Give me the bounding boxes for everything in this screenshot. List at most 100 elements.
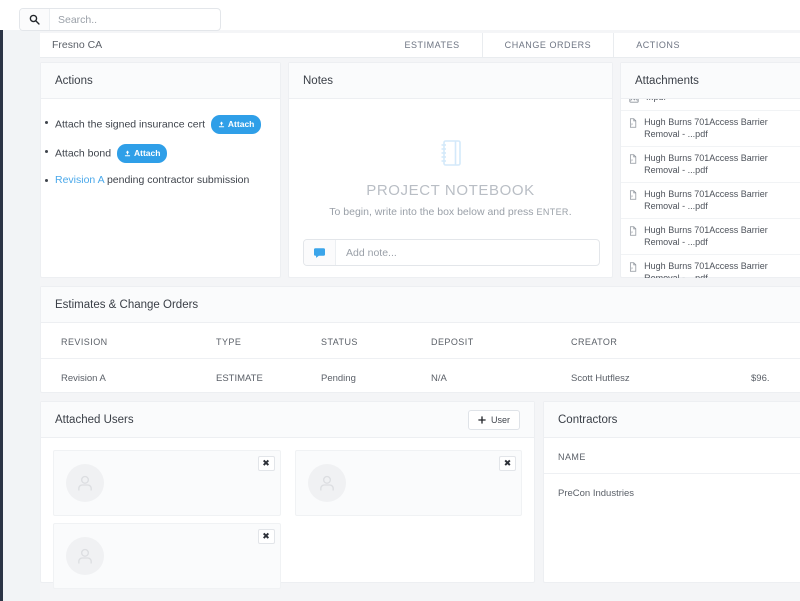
- cell-status[interactable]: Pending: [321, 359, 431, 399]
- contractors-panel: Contractors NAME PreCon Industries: [543, 401, 800, 583]
- estimates-panel-header: Estimates & Change Orders: [41, 287, 800, 323]
- column-header-deposit[interactable]: DEPOSIT: [431, 323, 571, 359]
- svg-text:P: P: [631, 195, 633, 199]
- app-root: Fresno CA ESTIMATES CHANGE ORDERS ACTION…: [0, 0, 800, 601]
- attachment-name: ...pdf: [646, 99, 666, 104]
- notes-empty-title: PROJECT NOTEBOOK: [366, 182, 535, 199]
- attachment-name: Hugh Burns 701Access Barrier Removal - .…: [644, 117, 768, 139]
- attach-button-label: Attach: [227, 119, 255, 129]
- add-note-input[interactable]: [336, 240, 599, 265]
- user-card[interactable]: ✖: [53, 523, 281, 589]
- tab-change-orders[interactable]: CHANGE ORDERS: [481, 33, 614, 57]
- attachments-list: ...pdf P Hugh Burns 701Access Barrier Re…: [621, 99, 800, 278]
- notes-empty-subtitle-text: To begin, write into the box below and p…: [329, 206, 537, 218]
- notebook-icon: [439, 139, 463, 172]
- add-note-box[interactable]: [303, 239, 600, 266]
- plus-icon: [478, 415, 486, 424]
- search-input[interactable]: [50, 9, 220, 30]
- tab-estimates[interactable]: ESTIMATES: [382, 33, 481, 57]
- attached-users-panel: Attached Users User ✖ ✖ ✖: [40, 401, 535, 589]
- attachment-name: Hugh Burns 701Access Barrier Removal - .…: [644, 225, 768, 247]
- enter-key-label: ENTER: [536, 207, 569, 217]
- column-header-revision[interactable]: REVISION: [41, 323, 216, 359]
- attachment-item[interactable]: P Hugh Burns 701Access Barrier Removal -…: [621, 219, 800, 255]
- tab-list: ESTIMATES CHANGE ORDERS ACTIONS: [382, 33, 800, 57]
- image-file-icon: [629, 99, 639, 103]
- estimates-panel: Estimates & Change Orders REVISION TYPE …: [40, 286, 800, 393]
- add-user-label: User: [490, 414, 510, 425]
- action-text: Attach the signed insurance cert: [55, 118, 208, 131]
- notes-panel-header: Notes: [289, 63, 612, 99]
- remove-user-button[interactable]: ✖: [499, 456, 516, 471]
- table-row[interactable]: Revision A ESTIMATE Pending N/A Scott Hu…: [41, 359, 800, 399]
- top-bar: [0, 0, 800, 31]
- svg-text:P: P: [631, 123, 633, 127]
- search-icon[interactable]: [20, 9, 50, 30]
- revision-link[interactable]: Revision A: [55, 174, 104, 186]
- cell-creator[interactable]: Scott Hutflesz: [571, 359, 751, 399]
- svg-text:P: P: [631, 231, 633, 235]
- comment-icon[interactable]: [304, 240, 336, 265]
- pdf-file-icon: P: [629, 154, 637, 164]
- attachment-name: Hugh Burns 701Access Barrier Removal - .…: [644, 189, 768, 211]
- svg-text:P: P: [631, 159, 633, 163]
- attachment-item[interactable]: P Hugh Burns 701Access Barrier Removal -…: [621, 111, 800, 147]
- action-text: Attach bond: [55, 147, 114, 160]
- table-header-row: NAME: [544, 438, 800, 474]
- attachment-item[interactable]: P Hugh Burns 701Access Barrier Removal -…: [621, 183, 800, 219]
- table-row[interactable]: PreCon Industries: [544, 474, 800, 514]
- attached-users-panel-header: Attached Users User: [41, 402, 534, 438]
- actions-panel-title: Actions: [55, 74, 93, 87]
- notes-empty-subtitle: To begin, write into the box below and p…: [329, 206, 571, 218]
- user-card[interactable]: ✖: [294, 450, 522, 516]
- attach-button[interactable]: Attach: [116, 144, 168, 163]
- attachment-item[interactable]: ...pdf: [621, 99, 800, 111]
- actions-panel-header: Actions: [41, 63, 280, 99]
- avatar-placeholder-icon: [307, 464, 346, 502]
- attached-users-grid: ✖ ✖ ✖: [41, 438, 534, 601]
- column-header-name[interactable]: NAME: [544, 438, 800, 474]
- attachments-panel-title: Attachments: [635, 74, 699, 87]
- avatar-placeholder-icon: [66, 464, 104, 502]
- attached-users-panel-title: Attached Users: [55, 413, 134, 426]
- search-box[interactable]: [19, 8, 221, 31]
- action-text: pending contractor submission: [104, 174, 250, 186]
- estimates-panel-title: Estimates & Change Orders: [55, 298, 199, 311]
- column-header-creator[interactable]: CREATOR: [571, 323, 751, 359]
- column-header-status[interactable]: STATUS: [321, 323, 431, 359]
- attachment-name: Hugh Burns 701Access Barrier Removal - .…: [644, 153, 768, 175]
- column-header-amount: [751, 323, 800, 359]
- notes-panel: Notes PROJECT NOTEBOOK To begin, write i…: [288, 62, 613, 278]
- action-item: Revision A pending contractor submission: [45, 173, 280, 188]
- actions-list: Attach the signed insurance cert Attach …: [41, 115, 280, 188]
- add-user-button[interactable]: User: [467, 409, 520, 430]
- remove-user-button[interactable]: ✖: [257, 456, 275, 471]
- action-item: Attach bond Attach: [45, 144, 280, 163]
- column-header-type[interactable]: TYPE: [216, 323, 321, 359]
- cell-contractor-name: PreCon Industries: [558, 488, 635, 499]
- notes-empty-subtitle-period: .: [568, 206, 572, 218]
- actions-panel: Actions Attach the signed insurance cert…: [40, 62, 281, 278]
- attach-button[interactable]: Attach: [210, 115, 262, 134]
- action-item: Attach the signed insurance cert Attach: [45, 115, 280, 134]
- attachment-item[interactable]: P Hugh Burns 701Access Barrier Removal -…: [621, 255, 800, 278]
- user-card[interactable]: ✖: [53, 450, 281, 516]
- attachment-name: Hugh Burns 701Access Barrier Removal - .…: [644, 261, 768, 278]
- cell-amount: $96.: [751, 373, 770, 384]
- cell-deposit: N/A: [431, 373, 447, 384]
- cell-revision[interactable]: Revision A: [41, 359, 216, 399]
- contractors-panel-title: Contractors: [558, 413, 618, 426]
- sidebar-gutter: [3, 30, 40, 601]
- notes-empty-state: PROJECT NOTEBOOK To begin, write into th…: [289, 99, 612, 278]
- attachment-item[interactable]: P Hugh Burns 701Access Barrier Removal -…: [621, 147, 800, 183]
- tab-actions[interactable]: ACTIONS: [613, 33, 800, 57]
- contractors-table: NAME PreCon Industries: [544, 438, 800, 513]
- pdf-file-icon: P: [629, 190, 637, 200]
- notes-panel-title: Notes: [303, 74, 334, 87]
- remove-user-button[interactable]: ✖: [257, 529, 275, 544]
- pdf-file-icon: P: [629, 118, 637, 128]
- attachments-panel-header: Attachments: [621, 63, 800, 99]
- pdf-file-icon: P: [629, 226, 637, 236]
- estimates-table: REVISION TYPE STATUS DEPOSIT CREATOR Rev…: [41, 323, 800, 398]
- attachments-scroll-area[interactable]: ...pdf P Hugh Burns 701Access Barrier Re…: [621, 99, 800, 278]
